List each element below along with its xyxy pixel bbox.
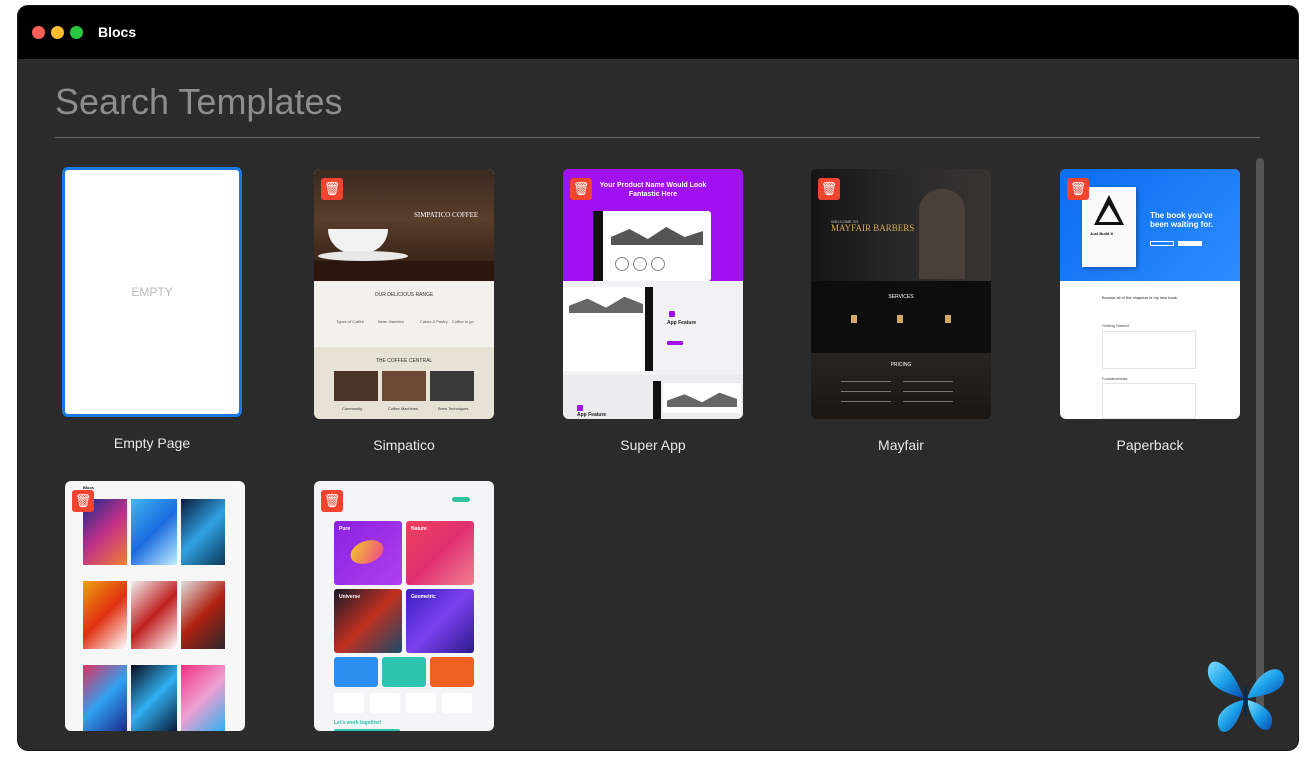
hero-title: Your Product Name Would Look Fantastic H…: [599, 182, 707, 198]
range-item: Bean Varieties: [378, 319, 404, 324]
minimize-window-button[interactable]: [51, 26, 64, 39]
template-thumbnail[interactable]: 🗑 Your Product Name Would Look Fantastic…: [563, 169, 743, 419]
vertical-scrollbar[interactable]: [1256, 158, 1264, 718]
hero-title: SIMPATICO COFFEE: [414, 211, 479, 219]
search-input[interactable]: [55, 72, 1260, 132]
tile-label: Nature: [411, 526, 427, 532]
template-thumbnail[interactable]: 🗑 Pure Nature Universe Geometric Let's w…: [314, 481, 494, 731]
template-name: Super App: [620, 437, 686, 453]
book-title: Just Build It: [1090, 231, 1113, 236]
hero-title: The book you've been waiting for.: [1150, 211, 1214, 229]
close-window-button[interactable]: [32, 26, 45, 39]
template-thumbnail[interactable]: EMPTY: [62, 167, 242, 417]
section-title: SERVICES: [888, 294, 914, 300]
template-name: Mayfair: [878, 437, 924, 453]
footer-item: Coffee Machines: [388, 406, 418, 411]
trash-icon[interactable]: 🗑: [321, 178, 343, 200]
template-thumbnail[interactable]: 🗑 Just Build It The book you've been wai…: [1060, 169, 1240, 419]
window-title: Blocs: [98, 24, 137, 40]
template-thumbnail[interactable]: 🗑 SIMPATICO COFFEE OUR DELICIOUS RANGE T…: [314, 169, 494, 419]
trash-icon[interactable]: 🗑: [818, 178, 840, 200]
template-name: Empty Page: [113, 435, 191, 451]
trash-icon[interactable]: 🗑: [1067, 178, 1089, 200]
template-thumbnail[interactable]: 🗑 Blocs: [65, 481, 245, 731]
template-thumbnail[interactable]: 🗑 WELCOME TO MAYFAIR BARBERS SERVICES PR…: [811, 169, 991, 419]
butterfly-logo-icon: [1207, 661, 1284, 732]
trash-icon[interactable]: 🗑: [570, 178, 592, 200]
feature-title: App Feature: [577, 412, 607, 418]
footer-item: Community: [342, 406, 363, 411]
title-bar: Blocs: [18, 6, 1298, 59]
range-item: Cakes & Pastry: [420, 319, 448, 324]
trash-icon[interactable]: 🗑: [321, 490, 343, 512]
section-title: THE COFFEE CENTRAL: [375, 358, 433, 364]
template-name: Simpatico: [373, 437, 435, 453]
range-item: Coffee to go: [452, 319, 474, 324]
tile-label: Universe: [339, 594, 361, 600]
group-title: Fundamentals: [1102, 376, 1128, 381]
template-name: Paperback: [1116, 437, 1184, 453]
app-window: Blocs EMPTY Empty Page 🗑 SIMPATICO COFFE…: [18, 6, 1298, 750]
toc-title: Browse all of the chapters in my new boo…: [1102, 295, 1179, 300]
empty-label: EMPTY: [68, 173, 236, 411]
cta-text: Let's work together!: [334, 720, 382, 726]
tile-label: Geometric: [411, 594, 436, 600]
feature-title: App Feature: [667, 320, 697, 326]
footer-item: Brew Techniques: [438, 406, 469, 411]
group-title: Getting Started: [1102, 323, 1129, 328]
section-title: OUR DELICIOUS RANGE: [374, 292, 434, 298]
tile-label: Pure: [339, 526, 351, 532]
trash-icon[interactable]: 🗑: [72, 490, 94, 512]
range-item: Types of Coffee: [336, 319, 364, 324]
search-bar: [55, 72, 1260, 138]
hero-title: MAYFAIR BARBERS: [831, 223, 915, 233]
section-title: PRICING: [890, 362, 912, 368]
zoom-window-button[interactable]: [70, 26, 83, 39]
